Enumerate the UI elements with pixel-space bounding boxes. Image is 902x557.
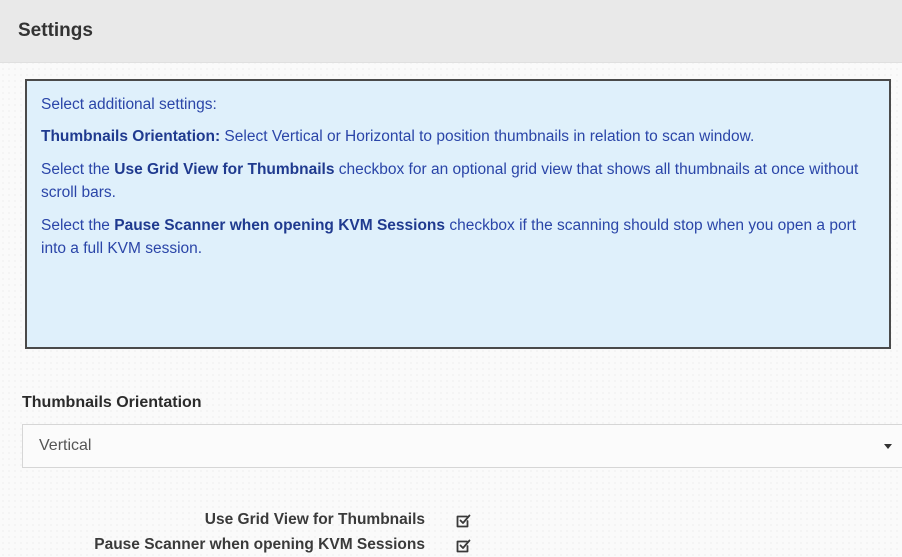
orientation-select[interactable]: Vertical	[22, 424, 902, 468]
page-title: Settings	[18, 20, 93, 41]
settings-page: Settings Select additional settings: Thu…	[0, 0, 902, 557]
help-info-box: Select additional settings: Thumbnails O…	[25, 79, 891, 349]
pause-scanner-checkbox[interactable]	[454, 537, 472, 555]
grid-view-checkbox-label: Use Grid View for Thumbnails	[204, 511, 425, 528]
pause-scanner-checkbox-label: Pause Scanner when opening KVM Sessions	[94, 536, 425, 553]
help-pause-scanner-paragraph: Select the Pause Scanner when opening KV…	[41, 214, 875, 260]
pause-scanner-option-row: Pause Scanner when opening KVM Sessions	[0, 536, 500, 557]
grid-view-checkbox[interactable]	[454, 512, 472, 530]
orientation-label: Thumbnails Orientation	[22, 394, 202, 411]
help-grid-view-paragraph: Select the Use Grid View for Thumbnails …	[41, 158, 875, 204]
help-pause-scanner-term: Pause Scanner when opening KVM Sessions	[114, 217, 446, 234]
caret-down-icon	[884, 444, 892, 449]
help-grid-view-prefix: Select the	[41, 161, 115, 178]
help-pause-scanner-prefix: Select the	[41, 217, 115, 234]
help-intro-text: Select additional settings:	[41, 96, 217, 113]
help-orientation-description: Select Vertical or Horizontal to positio…	[220, 128, 755, 145]
grid-view-option-row: Use Grid View for Thumbnails	[0, 511, 500, 535]
help-grid-view-term: Use Grid View for Thumbnails	[114, 161, 335, 178]
settings-header: Settings	[0, 0, 902, 63]
checked-box-icon	[456, 539, 471, 553]
checked-box-icon	[456, 514, 471, 528]
help-orientation-paragraph: Thumbnails Orientation: Select Vertical …	[41, 125, 875, 148]
orientation-selected-value: Vertical	[39, 437, 92, 454]
help-orientation-term: Thumbnails Orientation:	[41, 128, 221, 145]
